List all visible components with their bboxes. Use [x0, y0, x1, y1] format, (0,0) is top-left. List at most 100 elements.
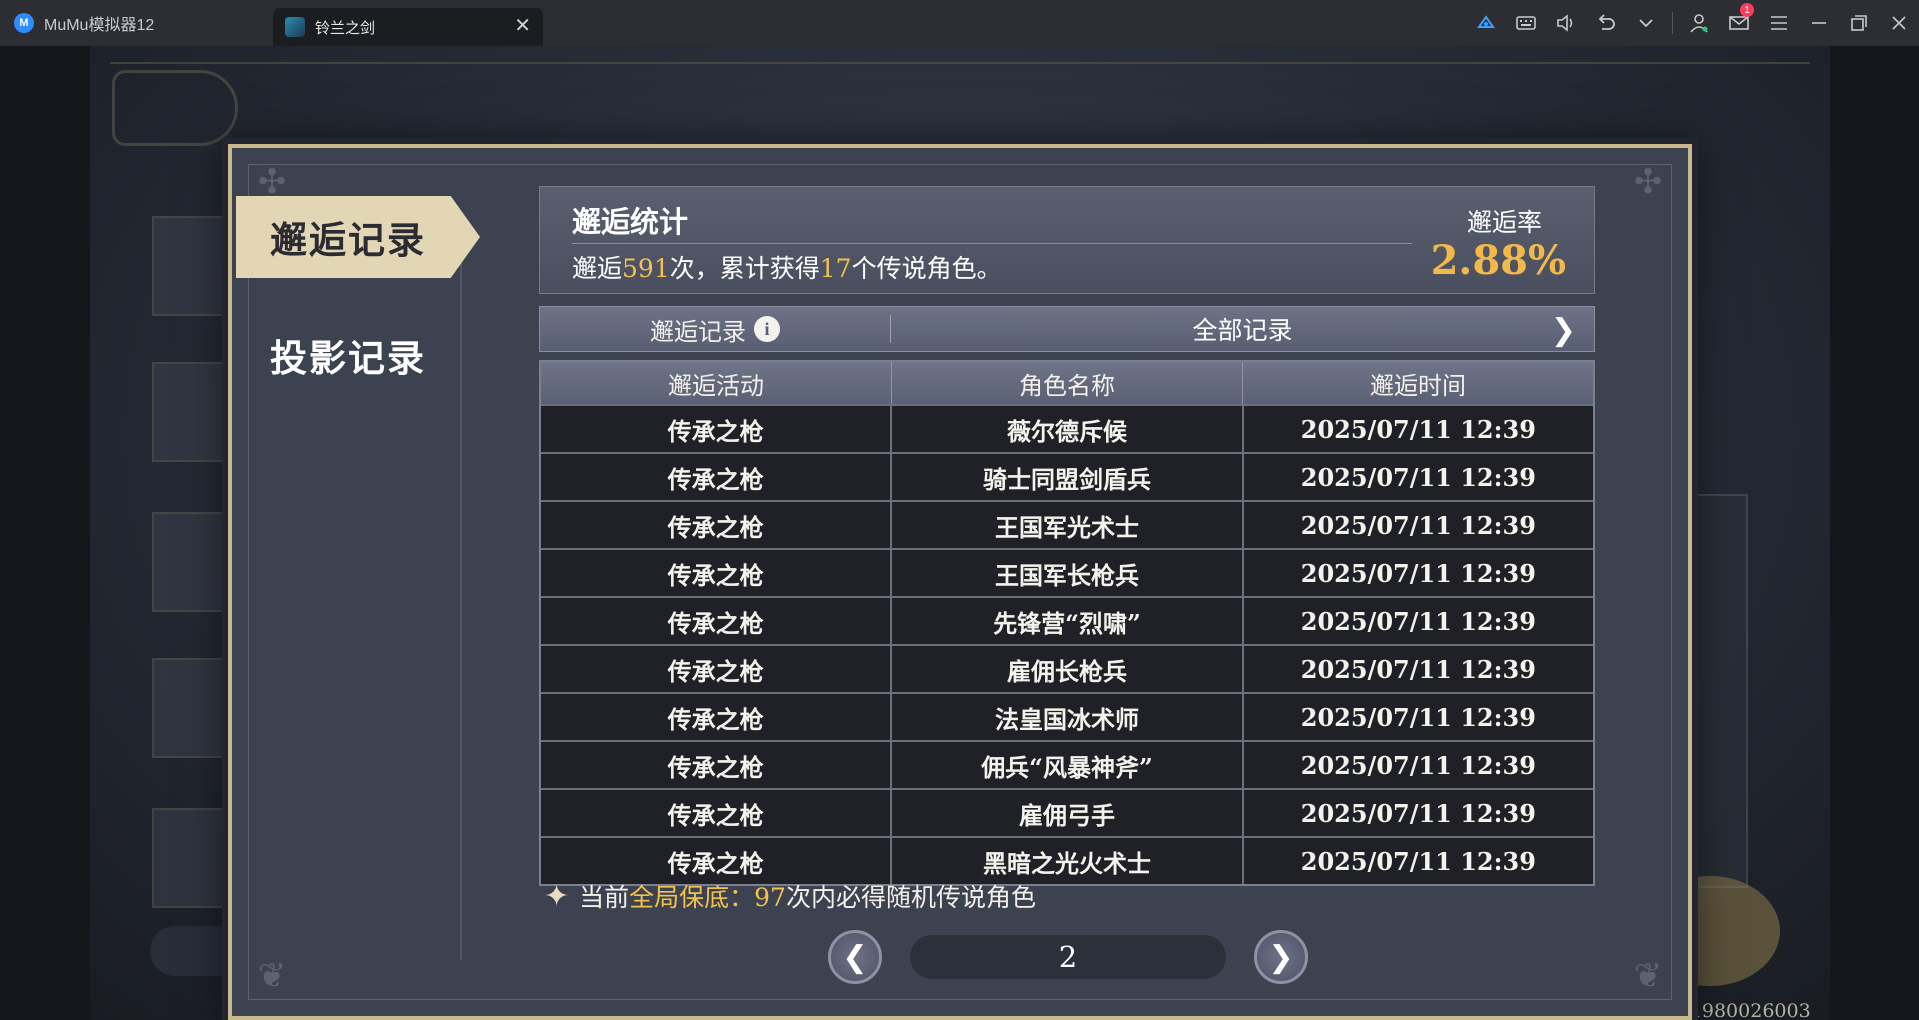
tab-projection-record[interactable]: 投影记录 [236, 314, 480, 396]
prev-page-button[interactable]: ❮ [828, 930, 882, 984]
column-header-time: 邂逅时间 [1370, 371, 1466, 400]
cell-character-name: 法皇国冰术师 [892, 694, 1244, 740]
table-row: 传承之枪 黑暗之光火术士 2025/07/11 12:39 [541, 836, 1593, 884]
chevron-right-icon[interactable]: ❯ [1551, 313, 1576, 348]
table-row: 传承之枪 薇尔德斥候 2025/07/11 12:39 [541, 404, 1593, 452]
cell-time: 2025/07/11 12:39 [1300, 654, 1536, 684]
table-row: 传承之枪 王国军光术士 2025/07/11 12:39 [541, 500, 1593, 548]
background-card [152, 512, 236, 612]
summon-records-table: 邂逅活动 角色名称 邂逅时间 传承之枪 薇尔德斥候 2025/07/11 12:39… [539, 360, 1595, 886]
table-row: 传承之枪 佣兵“风暴神斧” 2025/07/11 12:39 [541, 740, 1593, 788]
cell-activity: 传承之枪 [541, 790, 893, 836]
cell-time: 2025/07/11 12:39 [1300, 462, 1536, 492]
background-card [152, 216, 236, 316]
cell-activity: 传承之枪 [541, 550, 893, 596]
corner-ornament-icon: ✣ [1633, 162, 1663, 202]
cell-activity: 传承之枪 [541, 454, 893, 500]
close-window-icon[interactable] [1879, 0, 1919, 46]
cell-activity: 传承之枪 [541, 694, 893, 740]
table-row: 传承之枪 王国军长枪兵 2025/07/11 12:39 [541, 548, 1593, 596]
table-row: 传承之枪 骑士同盟剑盾兵 2025/07/11 12:39 [541, 452, 1593, 500]
game-app-icon [285, 17, 305, 37]
draw-count: 591 [622, 254, 670, 283]
legend-count: 17 [819, 254, 852, 283]
stats-title: 邂逅统计 [572, 205, 689, 239]
stats-divider [572, 243, 1412, 244]
mail-count-badge: 1 [1740, 3, 1754, 17]
cell-activity: 传承之枪 [541, 598, 893, 644]
cell-character-name: 雇佣长枪兵 [892, 646, 1244, 692]
menu-icon[interactable] [1759, 0, 1799, 46]
table-row: 传承之枪 雇佣长枪兵 2025/07/11 12:39 [541, 644, 1593, 692]
corner-ornament-icon: ❦ [257, 956, 287, 996]
emulator-home-tab[interactable]: M MuMu模拟器12 [0, 0, 154, 46]
background-card [152, 362, 236, 462]
cell-activity: 传承之枪 [541, 646, 893, 692]
toolbar-divider [1672, 12, 1673, 34]
summon-record-dialog: ❦ ❦ ✣ ✣ 邂逅记录 投影记录 邂逅统计 邂逅591次，累计获得17个传说角… [228, 144, 1692, 1020]
user-account-icon[interactable] [1679, 0, 1719, 46]
table-header: 邂逅活动 角色名称 邂逅时间 [541, 362, 1593, 404]
next-page-button[interactable]: ❯ [1254, 930, 1308, 984]
chevron-down-icon[interactable] [1626, 0, 1666, 46]
table-row: 传承之枪 先锋营“烈啸” 2025/07/11 12:39 [541, 596, 1593, 644]
stats-suffix: 个传说角色。 [851, 254, 1002, 283]
cell-time: 2025/07/11 12:39 [1300, 606, 1536, 636]
volume-icon[interactable] [1546, 0, 1586, 46]
cell-time: 2025/07/11 12:39 [1300, 846, 1536, 876]
mail-icon[interactable]: 1 [1719, 0, 1759, 46]
table-row: 传承之枪 法皇国冰术师 2025/07/11 12:39 [541, 692, 1593, 740]
cell-character-name: 王国军光术士 [892, 502, 1244, 548]
gamepad-settings-icon[interactable] [1466, 0, 1506, 46]
emulator-titlebar: M MuMu模拟器12 铃兰之剑 ✕ 1 [0, 0, 1919, 46]
cell-time: 2025/07/11 12:39 [1300, 702, 1536, 732]
background-top-bar [110, 62, 1810, 144]
cell-time: 2025/07/11 12:39 [1300, 750, 1536, 780]
background-side-panel [1692, 494, 1748, 888]
rotate-back-icon[interactable] [1586, 0, 1626, 46]
game-tab[interactable]: 铃兰之剑 ✕ [273, 8, 543, 46]
pity-prefix: 当前 [579, 883, 630, 912]
cell-time: 2025/07/11 12:39 [1300, 558, 1536, 588]
stats-mid: 次，累计获得 [669, 254, 820, 283]
cell-character-name: 雇佣弓手 [892, 790, 1244, 836]
pity-highlight: 全局保底：97 [629, 883, 786, 912]
cell-character-name: 王国军长枪兵 [892, 550, 1244, 596]
maximize-icon[interactable] [1839, 0, 1879, 46]
rate-value: 2.88% [1430, 237, 1566, 284]
pagination: ❮ 2 ❯ [828, 926, 1308, 988]
cell-activity: 传承之枪 [541, 502, 893, 548]
record-filter-bar: 邂逅记录 i 全部记录 ❯ [539, 306, 1595, 352]
titlebar-toolbar: 1 [1466, 0, 1919, 46]
info-icon[interactable]: i [754, 316, 780, 342]
stats-summary: 邂逅591次，累计获得17个传说角色。 [572, 249, 1002, 285]
record-filter-selector[interactable]: 全部记录 ❯ [891, 307, 1594, 351]
cell-character-name: 骑士同盟剑盾兵 [892, 454, 1244, 500]
close-tab-icon[interactable]: ✕ [514, 15, 531, 37]
record-filter-value: 全部记录 [1192, 316, 1293, 345]
background-card [152, 658, 236, 758]
record-label-group: 邂逅记录 i [540, 307, 890, 351]
page-number: 2 [910, 935, 1226, 979]
stats-prefix: 邂逅 [572, 254, 623, 283]
sparkle-icon: ✦ [544, 878, 570, 914]
record-label: 邂逅记录 [650, 317, 746, 346]
pity-suffix: 次内必得随机传说角色 [785, 883, 1036, 912]
cell-activity: 传承之枪 [541, 406, 893, 452]
tab-summon-record[interactable]: 邂逅记录 [236, 196, 480, 278]
column-header-activity: 邂逅活动 [541, 362, 892, 404]
table-row: 传承之枪 雇佣弓手 2025/07/11 12:39 [541, 788, 1593, 836]
cell-time: 2025/07/11 12:39 [1300, 414, 1536, 444]
minimize-icon[interactable] [1799, 0, 1839, 46]
cell-character-name: 先锋营“烈啸” [892, 598, 1244, 644]
summon-stats-panel: 邂逅统计 邂逅591次，累计获得17个传说角色。 邂逅率 2.88% [539, 186, 1595, 294]
game-tab-title: 铃兰之剑 [315, 19, 376, 37]
cell-activity: 传承之枪 [541, 742, 893, 788]
corner-ornament-icon: ❦ [1633, 956, 1663, 996]
emulator-app-name: MuMu模拟器12 [44, 17, 155, 34]
keyboard-icon[interactable] [1506, 0, 1546, 46]
pity-info: ✦ 当前全局保底：97次内必得随机传说角色 [544, 878, 1036, 914]
cell-character-name: 佣兵“风暴神斧” [892, 742, 1244, 788]
cell-time: 2025/07/11 12:39 [1300, 798, 1536, 828]
column-header-character: 角色名称 [892, 362, 1243, 404]
